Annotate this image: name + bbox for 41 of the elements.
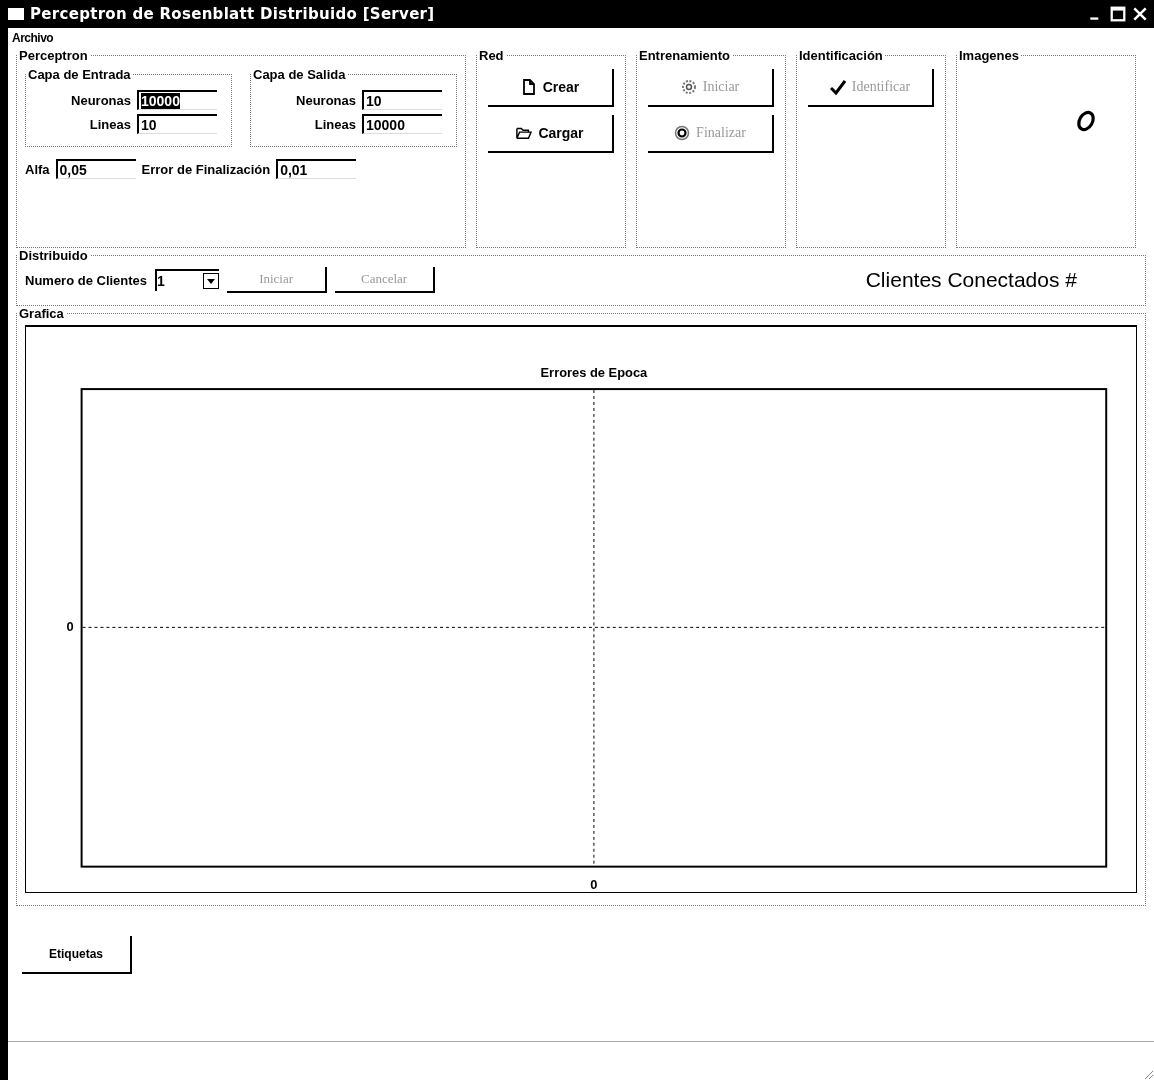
group-title: Red	[478, 48, 505, 63]
field-label: Lineas	[314, 116, 356, 132]
field-label: Error de Finalización	[141, 161, 271, 177]
y-tick-label: 0	[66, 619, 74, 635]
group-title: Entrenamiento	[638, 48, 731, 63]
window-title: Perceptron de Rosenblatt Distribuido [Server]	[30, 5, 436, 23]
input-field[interactable]: 0,05	[55, 159, 136, 179]
group-title: Identificación	[798, 48, 884, 63]
resize-grip-icon[interactable]	[1142, 1068, 1154, 1080]
field-label: Numero de Clientes	[25, 272, 148, 288]
status-text: Clientes Conectados #	[865, 268, 1077, 292]
group-title: Imagenes	[958, 48, 1020, 63]
page-icon	[520, 79, 537, 95]
ring-icon	[674, 125, 691, 141]
menu-item[interactable]: Archivo	[12, 31, 54, 45]
folder-icon	[516, 125, 533, 141]
group-title: Capa de Entrada	[27, 67, 132, 82]
group-title: Distribuido	[18, 248, 89, 263]
input-field[interactable]: 10	[362, 90, 442, 110]
window-icon	[8, 8, 24, 20]
check-icon	[829, 79, 846, 95]
client-count-dropdown[interactable]: 1	[155, 269, 220, 291]
group-title: Capa de Salida	[252, 67, 347, 82]
group-title: Perceptron	[18, 48, 89, 63]
x-tick-label: 0	[590, 877, 598, 893]
input-field[interactable]: 0,01	[276, 159, 357, 179]
close-icon[interactable]	[1132, 6, 1148, 22]
field-label: Neuronas	[71, 92, 131, 108]
input-field[interactable]: 10	[137, 114, 217, 134]
maximize-icon[interactable]	[1110, 6, 1126, 22]
field-label: Neuronas	[296, 92, 356, 108]
input-field[interactable]: 10000	[362, 114, 442, 134]
group-title: Grafica	[18, 306, 65, 321]
input-field[interactable]: 10000	[137, 90, 217, 110]
chart-title: Errores de Epoca	[540, 365, 648, 381]
field-label: Alfa	[25, 161, 50, 177]
gear-icon	[680, 79, 697, 95]
field-label: Lineas	[89, 116, 131, 132]
action-button[interactable]: Crear	[488, 69, 614, 107]
action-button[interactable]: Cargar	[488, 115, 614, 153]
labels-button[interactable]: Etiquetas	[22, 936, 132, 974]
